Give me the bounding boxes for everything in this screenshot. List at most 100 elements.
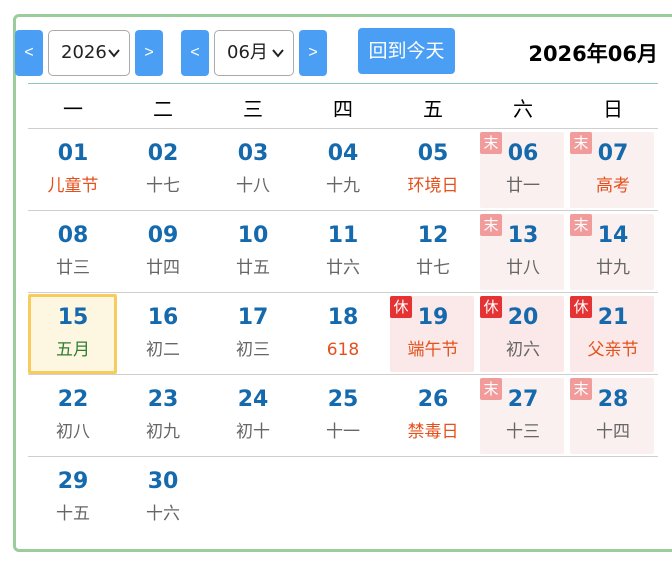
day-cell[interactable]: 末 14 廿九 bbox=[568, 211, 658, 293]
calendar-title: 2026年06月 bbox=[528, 42, 658, 66]
day-number: 19 bbox=[417, 305, 449, 330]
day-cell[interactable]: 05 环境日 bbox=[388, 129, 478, 211]
day-cell[interactable]: 25 十一 bbox=[298, 375, 388, 457]
day-cell[interactable]: 18 618 bbox=[298, 293, 388, 375]
day-cell[interactable]: 休 21 父亲节 bbox=[568, 293, 658, 375]
day-number: 14 bbox=[597, 223, 629, 248]
day-number: 16 bbox=[147, 305, 179, 330]
day-cell[interactable]: 22 初八 bbox=[28, 375, 118, 457]
day-number: 28 bbox=[597, 387, 629, 412]
day-cell[interactable]: 末 27 十三 bbox=[478, 375, 568, 457]
week-row: 01 儿童节 02 十七 03 十八 04 十九 05 环境日末 06 廿一末 07 高考 bbox=[28, 129, 658, 211]
day-number: 26 bbox=[417, 387, 449, 412]
day-number: 06 bbox=[507, 141, 539, 166]
month-select[interactable]: 06月 bbox=[214, 30, 294, 76]
festival-label: 高考 bbox=[596, 176, 630, 196]
day-cell[interactable]: 11 廿六 bbox=[298, 211, 388, 293]
weekday-mon: 一 bbox=[63, 97, 83, 121]
day-cell[interactable]: 10 廿五 bbox=[208, 211, 298, 293]
lunar-date-label: 廿八 bbox=[506, 258, 540, 278]
day-cell[interactable]: 休 20 初六 bbox=[478, 293, 568, 375]
week-row: 08 廿三 09 廿四 10 廿五 11 廿六 12 廿七末 13 廿八末 14 廿九 bbox=[28, 211, 658, 293]
weekday-wed: 三 bbox=[243, 97, 263, 121]
lunar-date-label: 廿一 bbox=[506, 176, 540, 196]
day-number: 23 bbox=[147, 387, 179, 412]
lunar-date-label: 五月 bbox=[56, 340, 90, 360]
weekday-header: 一 二 三 四 五 六 日 bbox=[28, 90, 658, 129]
day-cell[interactable]: 26 禁毒日 bbox=[388, 375, 478, 457]
day-cell[interactable]: 12 廿七 bbox=[388, 211, 478, 293]
day-cell[interactable]: 16 初二 bbox=[118, 293, 208, 375]
lunar-date-label: 初九 bbox=[146, 422, 180, 442]
day-cell[interactable]: 01 儿童节 bbox=[28, 129, 118, 211]
day-number: 21 bbox=[597, 305, 629, 330]
lunar-date-label: 十三 bbox=[506, 422, 540, 442]
day-cell[interactable]: 08 廿三 bbox=[28, 211, 118, 293]
next-month-button[interactable]: > bbox=[299, 30, 327, 76]
day-cell[interactable]: 末 13 廿八 bbox=[478, 211, 568, 293]
festival-label: 环境日 bbox=[407, 176, 459, 196]
month-select-value: 06月 bbox=[227, 42, 268, 63]
lunar-date-label: 廿九 bbox=[596, 258, 630, 278]
back-to-today-button[interactable]: 回到今天 bbox=[358, 28, 455, 74]
prev-year-button[interactable]: < bbox=[15, 30, 43, 76]
day-cell[interactable]: 04 十九 bbox=[298, 129, 388, 211]
chevron-down-icon bbox=[272, 49, 284, 58]
lunar-date-label: 十六 bbox=[146, 504, 180, 524]
day-cell[interactable]: 03 十八 bbox=[208, 129, 298, 211]
day-cell[interactable]: 23 初九 bbox=[118, 375, 208, 457]
day-number: 29 bbox=[57, 469, 89, 494]
day-number: 17 bbox=[237, 305, 269, 330]
day-number: 09 bbox=[147, 223, 179, 248]
lunar-date-label: 廿四 bbox=[146, 258, 180, 278]
day-cell[interactable]: 15 五月 bbox=[28, 293, 118, 375]
day-number: 08 bbox=[57, 223, 89, 248]
next-year-button[interactable]: > bbox=[135, 30, 163, 76]
day-cell[interactable]: 29 十五 bbox=[28, 457, 118, 539]
day-cell[interactable]: 17 初三 bbox=[208, 293, 298, 375]
day-number: 18 bbox=[327, 305, 359, 330]
day-number: 05 bbox=[417, 141, 449, 166]
weekday-fri: 五 bbox=[423, 97, 443, 121]
lunar-date-label: 初二 bbox=[146, 340, 180, 360]
day-number: 24 bbox=[237, 387, 269, 412]
lunar-date-label: 初八 bbox=[56, 422, 90, 442]
day-number: 15 bbox=[57, 305, 89, 330]
day-number: 04 bbox=[327, 141, 359, 166]
day-number: 01 bbox=[57, 141, 89, 166]
day-number: 30 bbox=[147, 469, 179, 494]
day-number: 12 bbox=[417, 223, 449, 248]
weekday-sun: 日 bbox=[603, 97, 623, 121]
toolbar-divider bbox=[28, 83, 658, 84]
day-cell[interactable]: 末 28 十四 bbox=[568, 375, 658, 457]
day-number: 10 bbox=[237, 223, 269, 248]
calendar-grid: 一 二 三 四 五 六 日 01 儿童节 02 十七 03 十八 04 十九 05 环境日末 06 廿… bbox=[28, 90, 658, 539]
day-number: 02 bbox=[147, 141, 179, 166]
lunar-date-label: 廿三 bbox=[56, 258, 90, 278]
day-cell[interactable]: 02 十七 bbox=[118, 129, 208, 211]
day-number: 20 bbox=[507, 305, 539, 330]
weekday-thu: 四 bbox=[333, 97, 353, 121]
year-select[interactable]: 2026 bbox=[48, 30, 130, 76]
year-select-value: 2026 bbox=[61, 42, 107, 63]
day-number: 03 bbox=[237, 141, 269, 166]
day-cell[interactable]: 30 十六 bbox=[118, 457, 208, 539]
chevron-down-icon bbox=[108, 49, 120, 58]
day-cell[interactable]: 24 初十 bbox=[208, 375, 298, 457]
day-cell[interactable]: 末 07 高考 bbox=[568, 129, 658, 211]
festival-label: 禁毒日 bbox=[407, 422, 459, 442]
lunar-date-label: 十九 bbox=[326, 176, 360, 196]
day-cell[interactable]: 09 廿四 bbox=[118, 211, 208, 293]
lunar-date-label: 初六 bbox=[506, 340, 540, 360]
prev-month-button[interactable]: < bbox=[181, 30, 209, 76]
calendar-weeks: 01 儿童节 02 十七 03 十八 04 十九 05 环境日末 06 廿一末 07 高考 08 廿三 09 廿四… bbox=[28, 129, 658, 539]
festival-label: 父亲节 bbox=[587, 340, 639, 360]
day-cell[interactable]: 休 19 端午节 bbox=[388, 293, 478, 375]
day-number: 11 bbox=[327, 223, 359, 248]
day-number: 25 bbox=[327, 387, 359, 412]
lunar-date-label: 初三 bbox=[236, 340, 270, 360]
lunar-date-label: 廿七 bbox=[416, 258, 450, 278]
day-number: 13 bbox=[507, 223, 539, 248]
week-row: 15 五月 16 初二 17 初三 18 618 休 19 端午节休 20 初六休 21 父亲节 bbox=[28, 293, 658, 375]
day-cell[interactable]: 末 06 廿一 bbox=[478, 129, 568, 211]
